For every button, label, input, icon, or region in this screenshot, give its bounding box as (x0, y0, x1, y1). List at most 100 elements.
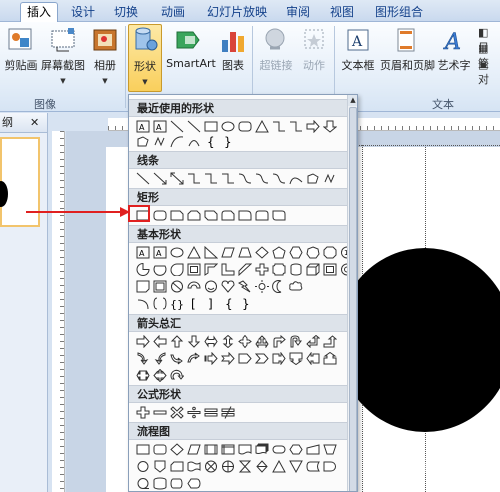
vertical-textbox-shape-icon[interactable]: A (152, 119, 167, 133)
round-single-corner-rectangle-icon[interactable] (237, 208, 252, 222)
flowchart-stored-data-icon[interactable] (305, 459, 320, 473)
flowchart-alternate-process-icon[interactable] (152, 442, 167, 456)
signature-icon[interactable]: ◧ 日 (478, 26, 500, 54)
curved-arrow-connector-icon[interactable] (254, 171, 269, 185)
up-down-arrow-icon[interactable] (220, 334, 235, 348)
double-arrow-line-icon[interactable] (169, 171, 184, 185)
album-button[interactable]: 相册 ▼ (88, 26, 122, 86)
heart-icon[interactable] (220, 279, 235, 293)
scribble-shape-icon[interactable] (152, 134, 167, 148)
rectangle-shape-icon[interactable] (203, 119, 218, 133)
rectangle-3d-icon[interactable] (152, 279, 167, 293)
tab-review[interactable]: 审阅 (280, 3, 316, 22)
right-arrow-shape-icon[interactable] (305, 119, 320, 133)
flowchart-document-icon[interactable] (237, 442, 252, 456)
block-arc-icon[interactable] (186, 279, 201, 293)
flowchart-card-icon[interactable] (169, 459, 184, 473)
flowchart-magnetic-disk-icon[interactable] (152, 476, 167, 490)
curved-down-arrow-icon[interactable] (186, 351, 201, 365)
menu-scrollbar[interactable]: ▲ (347, 95, 357, 491)
chevron-arrow-icon[interactable] (254, 351, 269, 365)
double-bracket-icon[interactable] (152, 296, 167, 310)
line-icon[interactable] (135, 171, 150, 185)
circle-shape[interactable] (337, 248, 500, 432)
elbow-connector-shape-icon[interactable] (271, 119, 286, 133)
tab-slideshow[interactable]: 幻灯片放映 (200, 3, 274, 22)
cloud-icon[interactable] (288, 279, 303, 293)
folded-corner-icon[interactable] (135, 279, 150, 293)
curved-left-arrow-icon[interactable] (152, 351, 167, 365)
curved-double-arrow-icon[interactable] (271, 171, 286, 185)
equal-icon[interactable] (203, 405, 218, 419)
trapezoid-icon[interactable] (237, 245, 252, 259)
textbox-shape-icon[interactable]: A (135, 119, 150, 133)
right-block-arrow-icon[interactable] (135, 334, 150, 348)
left-right-arrow-icon[interactable] (203, 334, 218, 348)
pie-icon[interactable] (135, 262, 150, 276)
snip-same-side-rectangle-icon[interactable] (186, 208, 201, 222)
textbox-icon[interactable]: A (135, 245, 150, 259)
arrow-line-shape-icon[interactable] (186, 119, 201, 133)
no-symbol-icon[interactable] (169, 279, 184, 293)
chart-button[interactable]: 图表 (218, 26, 248, 73)
pentagon-arrow-icon[interactable] (237, 351, 252, 365)
screenshot-button[interactable]: 屏幕截图 ▼ (40, 26, 86, 86)
right-brace-shape-icon[interactable]: } (220, 134, 235, 148)
tab-file-edge[interactable] (0, 3, 14, 22)
flowchart-manual-input-icon[interactable] (305, 442, 320, 456)
tab-animations[interactable]: 动画 (155, 3, 191, 22)
snip-diagonal-rectangle-icon[interactable] (203, 208, 218, 222)
curved-up-arrow-icon[interactable] (169, 351, 184, 365)
parallelogram-icon[interactable] (220, 245, 235, 259)
scroll-up-icon[interactable]: ▲ (348, 95, 357, 106)
snip-single-corner-rectangle-icon[interactable] (169, 208, 184, 222)
bent-arrow-icon[interactable] (271, 334, 286, 348)
flowchart-process-icon[interactable] (135, 442, 150, 456)
flowchart-or-icon[interactable] (220, 459, 235, 473)
curve-shape-icon[interactable] (169, 134, 184, 148)
wordart-button[interactable]: A 艺术字 (432, 26, 476, 73)
flowchart-collate-icon[interactable] (237, 459, 252, 473)
vertical-textbox-icon[interactable]: A (152, 245, 167, 259)
cube-icon[interactable] (305, 262, 320, 276)
heptagon-icon[interactable] (305, 245, 320, 259)
triangle-icon[interactable] (186, 245, 201, 259)
frame-icon[interactable] (186, 262, 201, 276)
pentagon-icon[interactable] (271, 245, 286, 259)
plaque-icon[interactable] (271, 262, 286, 276)
not-equal-icon[interactable] (220, 405, 235, 419)
scribble-icon[interactable] (322, 171, 337, 185)
lightning-bolt-icon[interactable] (237, 279, 252, 293)
left-arrow-callout-icon[interactable] (305, 351, 320, 365)
curved-connector-icon[interactable] (237, 171, 252, 185)
right-brace-icon[interactable]: } (237, 296, 252, 310)
flowchart-punched-tape-icon[interactable] (186, 459, 201, 473)
half-frame-icon[interactable] (203, 262, 218, 276)
striped-right-arrow-icon[interactable] (203, 351, 218, 365)
double-brace-icon[interactable]: {} (169, 296, 184, 310)
flowchart-multidocument-icon[interactable] (254, 442, 269, 456)
left-block-arrow-icon[interactable] (152, 334, 167, 348)
left-bracket-icon[interactable]: [ (186, 296, 201, 310)
diamond-icon[interactable] (254, 245, 269, 259)
curved-right-arrow-icon[interactable] (135, 351, 150, 365)
moon-icon[interactable] (271, 279, 286, 293)
round-same-side-rectangle-icon[interactable] (254, 208, 269, 222)
hexagon-icon[interactable] (288, 245, 303, 259)
rounded-rectangle-shape-icon[interactable] (237, 119, 252, 133)
minus-icon[interactable] (152, 405, 167, 419)
cross-icon[interactable] (254, 262, 269, 276)
textbox-button[interactable]: A 文本框 (338, 26, 378, 73)
triangle-shape-icon[interactable] (254, 119, 269, 133)
quad-arrow-callout-icon[interactable] (152, 368, 167, 382)
notched-right-arrow-icon[interactable] (220, 351, 235, 365)
smiley-face-icon[interactable] (203, 279, 218, 293)
arc-icon[interactable] (135, 296, 150, 310)
freeform-icon[interactable] (305, 171, 320, 185)
bent-up-arrow-icon[interactable] (322, 334, 337, 348)
flowchart-connector-icon[interactable] (135, 459, 150, 473)
flowchart-extract-icon[interactable] (271, 459, 286, 473)
left-brace-icon[interactable]: { (220, 296, 235, 310)
up-arrow-callout-icon[interactable] (322, 351, 337, 365)
quad-arrow-icon[interactable] (237, 334, 252, 348)
